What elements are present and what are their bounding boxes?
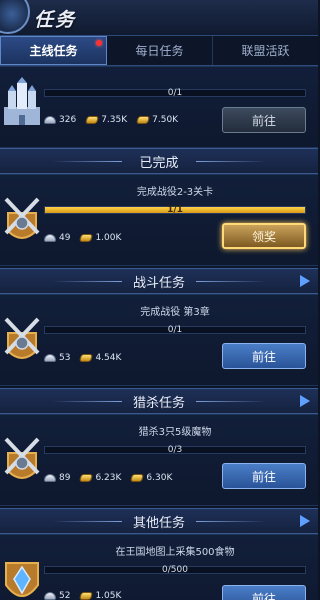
divider bbox=[52, 281, 122, 282]
tab-daily-quests[interactable]: 每日任务 bbox=[107, 36, 213, 65]
reward-value: 52 bbox=[59, 591, 71, 600]
reward-item: 6.30K bbox=[130, 473, 173, 483]
reward-value: 89 bbox=[59, 473, 71, 483]
reward-list: 52 1.05K bbox=[44, 591, 121, 600]
task-screen: 任务 主线任务 每日任务 联盟活跃 0/1 326 7.35K 7.50K 前往… bbox=[0, 0, 318, 600]
expand-arrow-icon[interactable] bbox=[300, 275, 310, 287]
reward-item: 7.50K bbox=[136, 115, 179, 125]
tab-label: 联盟活跃 bbox=[241, 44, 290, 58]
task-description: 完成战役2-3关卡 bbox=[136, 187, 214, 198]
reward-item: 326 bbox=[44, 115, 76, 125]
expand-arrow-icon[interactable] bbox=[300, 395, 310, 407]
silver-icon bbox=[44, 354, 56, 362]
page-title: 任务 bbox=[34, 9, 77, 31]
gold-icon bbox=[79, 234, 94, 242]
divider bbox=[196, 521, 266, 522]
silver-icon bbox=[44, 116, 56, 124]
progress-text: 0/1 bbox=[167, 88, 183, 98]
tab-label: 每日任务 bbox=[135, 44, 184, 58]
reward-item: 6.23K bbox=[79, 473, 122, 483]
task-description: 在王国地图上采集500食物 bbox=[115, 547, 235, 558]
reward-item: 7.35K bbox=[85, 115, 128, 125]
tab-alliance-activity[interactable]: 联盟活跃 bbox=[213, 36, 318, 65]
gold-icon bbox=[79, 592, 94, 600]
crossed-swords-shield-icon bbox=[4, 437, 40, 479]
section-title: 已完成 bbox=[139, 155, 179, 171]
reward-list: 326 7.35K 7.50K bbox=[44, 115, 178, 125]
divider bbox=[52, 161, 122, 162]
reward-value: 326 bbox=[59, 115, 77, 125]
reward-value: 53 bbox=[59, 353, 71, 363]
reward-value: 4.54K bbox=[95, 353, 122, 363]
reward-list: 49 1.00K bbox=[44, 233, 121, 243]
progress-text: 0/3 bbox=[167, 445, 183, 455]
silver-icon bbox=[44, 474, 56, 482]
gold-icon bbox=[79, 354, 94, 362]
reward-value: 7.50K bbox=[152, 115, 179, 125]
progress-text: 1/1 bbox=[167, 205, 183, 215]
reward-item: 53 bbox=[44, 353, 70, 363]
other-task-card: 在王国地图上采集500食物 0/500 52 1.05K 前往 bbox=[0, 534, 318, 600]
task-description: 猎杀3只5级魔物 bbox=[138, 427, 212, 438]
section-header-battle[interactable]: 战斗任务 bbox=[0, 268, 318, 294]
tab-label: 主线任务 bbox=[29, 44, 78, 58]
castle-icon bbox=[4, 77, 40, 125]
gold-icon bbox=[79, 474, 94, 482]
silver-icon bbox=[44, 234, 56, 242]
divider bbox=[196, 401, 266, 402]
emblem-icon bbox=[0, 0, 30, 34]
task-description: 完成战役 第3章 bbox=[140, 307, 210, 318]
crossed-swords-shield-icon bbox=[4, 317, 40, 359]
tab-bar: 主线任务 每日任务 联盟活跃 bbox=[0, 36, 318, 66]
gold-icon bbox=[130, 474, 145, 482]
reward-list: 53 4.54K bbox=[44, 353, 121, 363]
reward-item: 1.05K bbox=[79, 591, 122, 600]
section-title: 其他任务 bbox=[132, 515, 185, 531]
expand-arrow-icon[interactable] bbox=[300, 515, 310, 527]
tab-main-quests[interactable]: 主线任务 bbox=[0, 36, 107, 65]
reward-item: 52 bbox=[44, 591, 70, 600]
reward-list: 89 6.23K 6.30K bbox=[44, 473, 172, 483]
reward-item: 1.00K bbox=[79, 233, 122, 243]
progress-text: 0/1 bbox=[167, 325, 183, 335]
reward-value: 1.05K bbox=[95, 591, 122, 600]
title-bar: 任务 bbox=[0, 0, 318, 36]
reward-item: 89 bbox=[44, 473, 70, 483]
reward-item: 49 bbox=[44, 233, 70, 243]
divider bbox=[196, 281, 266, 282]
section-header-hunt[interactable]: 猎杀任务 bbox=[0, 388, 318, 414]
go-button[interactable]: 前往 bbox=[222, 343, 306, 369]
crystal-shield-icon bbox=[5, 562, 39, 597]
divider bbox=[196, 161, 266, 162]
go-button[interactable]: 前往 bbox=[222, 585, 306, 600]
reward-value: 49 bbox=[59, 233, 71, 243]
section-title: 猎杀任务 bbox=[132, 395, 185, 411]
main-task-card: 0/1 326 7.35K 7.50K 前往 bbox=[0, 66, 318, 148]
reward-value: 7.35K bbox=[101, 115, 128, 125]
go-button[interactable]: 前往 bbox=[222, 463, 306, 489]
completed-task-card: 完成战役2-3关卡 1/1 49 1.00K 领奖 bbox=[0, 174, 318, 266]
gold-icon bbox=[136, 116, 151, 124]
battle-task-card: 完成战役 第3章 0/1 53 4.54K 前往 bbox=[0, 294, 318, 386]
reward-value: 6.23K bbox=[95, 473, 122, 483]
divider bbox=[52, 401, 122, 402]
section-title: 战斗任务 bbox=[132, 275, 185, 291]
hunt-task-card: 猎杀3只5级魔物 0/3 89 6.23K 6.30K 前往 bbox=[0, 414, 318, 506]
silver-icon bbox=[44, 592, 56, 600]
crossed-swords-shield-icon bbox=[4, 197, 40, 239]
reward-value: 1.00K bbox=[95, 233, 122, 243]
reward-item: 4.54K bbox=[79, 353, 122, 363]
gold-icon bbox=[85, 116, 100, 124]
notification-dot-icon bbox=[96, 40, 102, 46]
divider bbox=[52, 521, 122, 522]
section-header-completed: 已完成 bbox=[0, 148, 318, 174]
section-header-other[interactable]: 其他任务 bbox=[0, 508, 318, 534]
go-button[interactable]: 前往 bbox=[222, 107, 306, 133]
reward-value: 6.30K bbox=[146, 473, 173, 483]
progress-text: 0/500 bbox=[162, 565, 188, 575]
claim-reward-button[interactable]: 领奖 bbox=[222, 223, 306, 249]
